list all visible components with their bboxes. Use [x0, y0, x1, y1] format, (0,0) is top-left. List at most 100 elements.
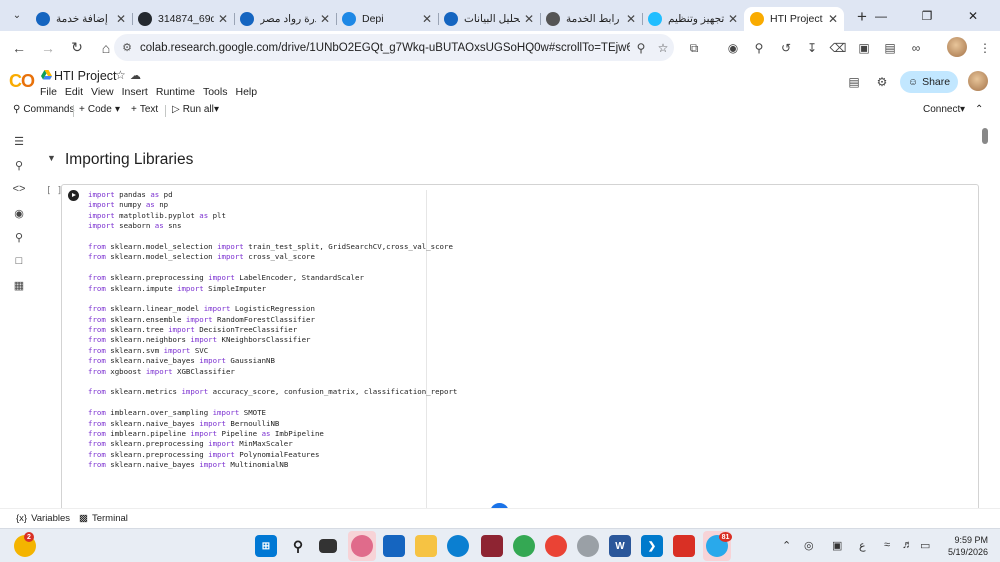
delete-icon[interactable]: ⌫ — [828, 38, 848, 58]
data-table-icon[interactable]: ▦ — [10, 276, 28, 294]
translate-icon[interactable]: ▤ — [880, 38, 900, 58]
taskbar-search-icon[interactable]: ⚲ — [287, 535, 309, 557]
zoom-search-icon[interactable]: ⚲ — [630, 41, 652, 55]
add-text-button[interactable]: + Text — [131, 104, 158, 115]
find-replace-icon[interactable]: ⚲ — [10, 156, 28, 174]
key-icon[interactable]: ⚲ — [749, 38, 769, 58]
tab-close-icon[interactable]: ✕ — [626, 12, 636, 26]
settings-gear-icon[interactable]: ⚙ — [873, 73, 891, 91]
star-icon[interactable]: ☆ — [115, 68, 126, 82]
chrome-profile-icon[interactable] — [545, 535, 567, 557]
restore-icon[interactable]: ❐ — [904, 0, 950, 31]
variables-inspector-icon[interactable]: ◉ — [10, 204, 28, 222]
browser-tab[interactable]: تجهيز وتنظيم ✕ — [642, 7, 744, 31]
forward-icon[interactable]: → — [35, 35, 61, 61]
menu-item[interactable]: File — [40, 86, 57, 98]
commands-button[interactable]: ⚲ Commands — [13, 104, 74, 115]
menu-item[interactable]: Tools — [203, 86, 228, 98]
browser-profile-avatar[interactable] — [947, 37, 967, 57]
link-icon[interactable]: ∞ — [906, 38, 926, 58]
history-icon[interactable]: ↺ — [776, 38, 796, 58]
share-button[interactable]: ☺ Share — [900, 71, 958, 93]
tab-close-icon[interactable]: ✕ — [218, 12, 228, 26]
file-explorer-icon[interactable] — [415, 535, 437, 557]
incognito-icon[interactable]: ◉ — [723, 38, 743, 58]
screenshot-icon[interactable]: ▣ — [854, 38, 874, 58]
site-info-icon[interactable]: ⚙ — [114, 41, 140, 54]
tab-close-icon[interactable]: ✕ — [728, 12, 738, 26]
run-all-button[interactable]: ▷ Run all — [172, 104, 214, 115]
connect-dropdown-chevron-icon[interactable]: ▾ — [960, 104, 965, 115]
user-avatar[interactable] — [968, 71, 988, 91]
vertical-scrollbar[interactable] — [982, 128, 988, 144]
terminal-button[interactable]: ▩ Terminal — [79, 513, 128, 524]
menu-item[interactable]: Edit — [65, 86, 83, 98]
winrar-icon[interactable] — [481, 535, 503, 557]
tab-close-icon[interactable]: ✕ — [828, 12, 838, 26]
word-icon[interactable]: W — [609, 535, 631, 557]
wifi-icon[interactable]: ≈ — [884, 539, 890, 551]
task-view-icon[interactable] — [319, 539, 337, 553]
tray-overflow-chevron-icon[interactable]: ⌃ — [782, 539, 791, 552]
url-text[interactable]: colab.research.google.com/drive/1UNbO2EG… — [140, 42, 630, 54]
minimize-icon[interactable]: — — [858, 0, 904, 31]
back-icon[interactable]: ← — [6, 35, 32, 61]
system-clock[interactable]: 9:59 PM 5/19/2026 — [944, 534, 988, 558]
tab-close-icon[interactable]: ✕ — [422, 12, 432, 26]
menu-item[interactable]: Runtime — [156, 86, 195, 98]
code-cell[interactable]: import pandas as pd import numpy as np imp… — [61, 184, 979, 508]
windows-start-icon[interactable]: ⊞ — [255, 535, 277, 557]
menu-item[interactable]: Help — [235, 86, 257, 98]
secrets-key-icon[interactable]: ⚲ — [10, 228, 28, 246]
address-bar[interactable]: ⚙ colab.research.google.com/drive/1UNbO2… — [114, 34, 674, 61]
code-keyword: from — [88, 241, 106, 251]
browser-tab[interactable]: Depi ✕ — [336, 7, 438, 31]
comments-icon[interactable]: ▤ — [845, 73, 863, 91]
table-of-contents-icon[interactable]: ☰ — [10, 132, 28, 150]
app-shield-icon[interactable] — [351, 535, 373, 557]
close-window-icon[interactable]: ✕ — [950, 0, 996, 31]
pdf-reader-icon[interactable] — [673, 535, 695, 557]
browser-tab[interactable]: تحليل البيانات ✕ — [438, 7, 540, 31]
menu-item[interactable]: Insert — [122, 86, 148, 98]
tab-close-icon[interactable]: ✕ — [320, 12, 330, 26]
app-ring-icon[interactable] — [577, 535, 599, 557]
tab-close-icon[interactable]: ✕ — [116, 12, 126, 26]
menu-item[interactable]: View — [91, 86, 114, 98]
browser-menu-icon[interactable]: ⋮ — [975, 38, 995, 58]
tab-search-chevron-icon[interactable]: ⌄ — [4, 5, 30, 27]
run-cell-play-icon[interactable] — [68, 190, 79, 201]
download-icon[interactable]: ↧ — [802, 38, 822, 58]
variables-button[interactable]: {x} Variables — [16, 513, 70, 524]
collapse-header-icon[interactable]: ⌃ — [975, 104, 983, 115]
connect-label[interactable]: Connect — [923, 104, 960, 115]
language-indicator[interactable]: ع — [859, 539, 866, 552]
tab-close-icon[interactable]: ✕ — [524, 12, 534, 26]
code-editor[interactable]: import pandas as pd import numpy as np imp… — [88, 190, 457, 471]
colab-logo[interactable]: CO — [9, 71, 35, 92]
connect-button[interactable]: Connect — [923, 104, 960, 115]
bookmark-star-icon[interactable]: ☆ — [652, 41, 674, 55]
browser-tab[interactable]: HTI Project ✕ — [744, 6, 844, 31]
section-collapse-chevron-icon[interactable]: ▼ — [47, 153, 56, 163]
browser-tab[interactable]: إضافة خدمة ✕ — [30, 7, 132, 31]
vscode-icon[interactable]: ❯ — [641, 535, 663, 557]
chrome-icon[interactable] — [513, 535, 535, 557]
browser-tab[interactable]: رابط الخدمة ✕ — [540, 7, 642, 31]
store-icon[interactable] — [383, 535, 405, 557]
reload-icon[interactable]: ↻ — [64, 35, 90, 61]
volume-icon[interactable]: ♬ — [902, 539, 913, 551]
browser-tab[interactable]: 314874_69dc ✕ — [132, 7, 234, 31]
browser-tab[interactable]: مبادرة رواد مصر ✕ — [234, 7, 336, 31]
files-folder-icon[interactable]: □ — [10, 252, 28, 270]
add-code-button[interactable]: + Code — [79, 104, 112, 115]
notebook-title[interactable]: HTI Project — [54, 69, 117, 83]
code-dropdown-chevron-icon[interactable]: ▾ — [115, 104, 120, 115]
onedrive-icon[interactable]: ▣ — [832, 539, 842, 552]
extensions-icon[interactable]: ⧉ — [684, 38, 704, 58]
edge-browser-icon[interactable] — [447, 535, 469, 557]
run-all-dropdown-chevron-icon[interactable]: ▾ — [214, 104, 219, 115]
battery-icon[interactable]: ▭ — [920, 539, 930, 552]
notifications-muted-icon[interactable]: ◎ — [804, 539, 814, 552]
code-snippets-icon[interactable]: <> — [10, 180, 28, 198]
